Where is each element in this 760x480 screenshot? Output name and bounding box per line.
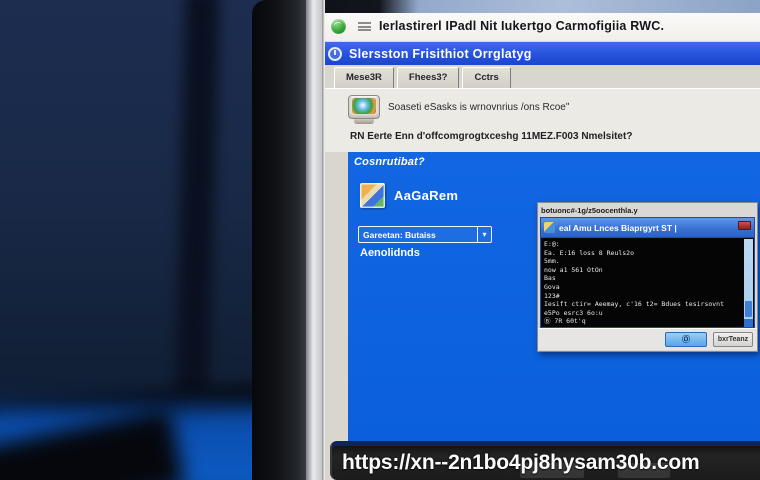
combobox-value: Gareetan: Butaiss [363,229,436,240]
tab-2[interactable]: Fhees3? [396,67,460,89]
terminal-line: 123# [544,291,560,300]
screen-left-edge [322,0,325,480]
background-window-frame-vertical [174,0,220,431]
terminal-line: Bas [544,274,556,283]
terminal-app-icon [544,222,555,233]
terminal-line: E:@: [544,240,560,248]
dialog-titlebar[interactable]: Slersston Frisithiot Orrglatyg [322,42,760,65]
app-header-title: Ierlastirerl IPadl Nit Iukertgo Carmofig… [379,19,665,33]
scrollbar-corner [744,319,753,327]
panel-link[interactable]: Aenolidnds [360,247,420,259]
terminal-line: Gova [544,282,560,291]
terminal-titlebar[interactable]: eal Amu Lnces Biaprgyrt ST | [540,217,755,238]
dialog-title: Slersston Frisithiot Orrglatyg [349,46,532,61]
terminal-window[interactable]: botuonc#-1g/z5oocenthla.y eal Amu Lnces … [537,202,758,352]
terminal-window-caption: botuonc#-1g/z5oocenthla.y [541,205,638,215]
monitor-bezel [252,0,308,480]
dialog-message-line2: RN Eerte Enn d'offcomgrogtxceshg 11MEZ.F… [350,131,633,142]
tab-1[interactable]: Mese3R [334,67,394,89]
close-icon[interactable] [738,221,751,230]
menu-icon[interactable] [358,22,371,31]
terminal-line: Ea. E:16 loss 8 Reuls2o [544,248,635,257]
app-name-label: AaGaRem [394,188,459,203]
display-icon-glass [352,98,376,114]
dialog-content-top [324,88,760,152]
clock-icon [328,46,342,61]
terminal-output: E:@: Ea. E:16 loss 8 Reuls2o 5mm. now a1… [540,238,755,328]
display-icon-base [354,119,374,124]
settings-combobox[interactable]: Gareetan: Butaiss ▾ [358,226,492,243]
selected-list-item[interactable]: Cosnrutibat? [354,156,425,168]
terminal-line: 5mm. [544,257,560,266]
dialog-tabstrip: Mese3R Fhees3? Cctrs [334,67,511,89]
app-package-icon [360,183,385,208]
scrollbar-thumb[interactable] [745,301,752,317]
monitor-photo-scene: Ierlastirerl IPadl Nit Iukertgo Carmofig… [0,0,760,480]
dialog-message-line1: Soaseti eSasks is wrnovnrius /ons Rcoeʺ [388,102,570,113]
monitor-bezel-edge [306,0,322,480]
terminal-scrollbar[interactable] [744,239,753,327]
terminal-title: eal Amu Lnces Biaprgyrt ST | [559,222,677,233]
terminal-line: now a1 561 OtOn [544,265,603,274]
screen-top-strip [322,0,760,13]
terminal-line: e5Po esrc3 6o:u [544,308,603,317]
display-settings-icon [348,95,380,125]
tab-3[interactable]: Cctrs [462,67,511,89]
url-overlay-bar: https://xn--2n1bo4pj8hysam30b.com [330,441,760,480]
terminal-line: Ⓑ 7R 60t'q [544,317,586,326]
app-header-bar: Ierlastirerl IPadl Nit Iukertgo Carmofig… [322,13,760,41]
cancel-button[interactable]: bxrTeanz [713,332,753,347]
update-orb-icon [331,19,346,34]
terminal-button-row: Ⓞ bxrTeanz [538,328,757,350]
ok-button[interactable]: Ⓞ [665,332,707,347]
url-text: https://xn--2n1bo4pj8hysam30b.com [342,451,700,474]
chevron-down-icon[interactable]: ▾ [477,227,491,242]
monitor-screen: Ierlastirerl IPadl Nit Iukertgo Carmofig… [322,0,760,480]
terminal-line: Iesift ctir= Aeemay, c'16 t2= Bdues tesi… [544,300,725,309]
